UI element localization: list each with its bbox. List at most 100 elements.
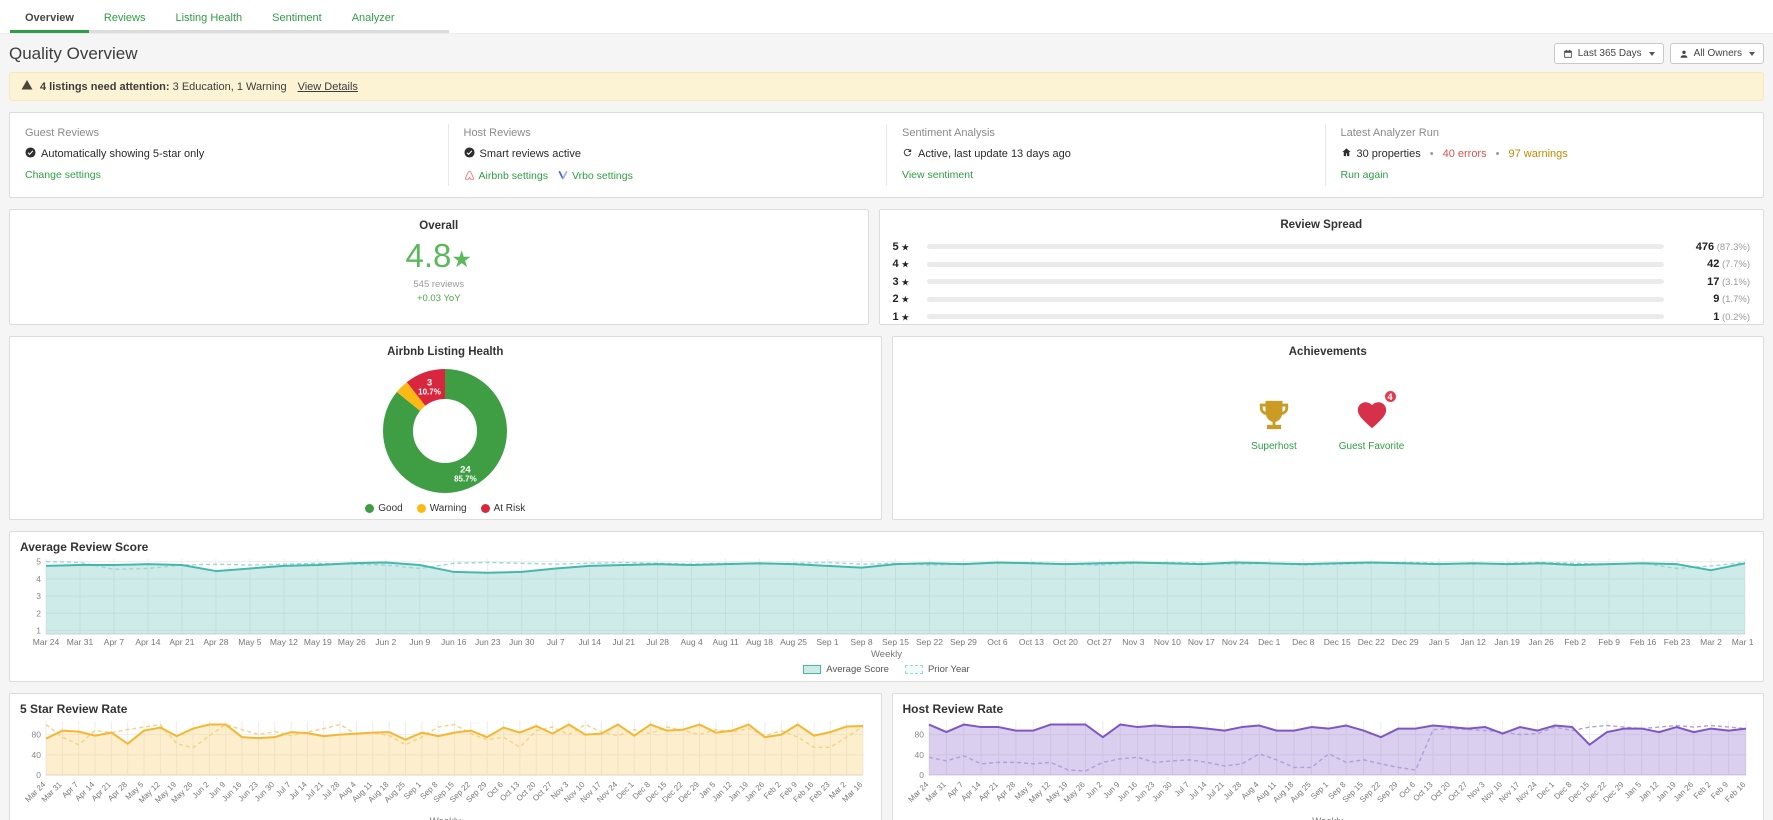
svg-text:Oct 6: Oct 6 bbox=[987, 637, 1008, 647]
spread-bar-track bbox=[926, 261, 1664, 267]
analyzer-status: 30 properties • 40 errors • 97 warnings bbox=[1341, 147, 1749, 161]
card-title: Latest Analyzer Run bbox=[1340, 127, 1439, 139]
guest-reviews-card: Guest Reviews Automatically showing 5-st… bbox=[10, 124, 448, 186]
svg-text:Oct 27: Oct 27 bbox=[531, 780, 554, 803]
change-settings-link[interactable]: Change settings bbox=[25, 169, 101, 181]
review-spread-rows: 5 ★ 476 (87.3%) 4 ★ 42 (7.7%) 3 ★ 17 (3.… bbox=[893, 238, 1751, 326]
tab-listing-health[interactable]: Listing Health bbox=[161, 7, 258, 33]
tab-list: Overview Reviews Listing Health Sentimen… bbox=[10, 7, 449, 33]
svg-text:May 12: May 12 bbox=[270, 637, 298, 647]
tab-analyzer[interactable]: Analyzer bbox=[337, 7, 410, 33]
tab-overview[interactable]: Overview bbox=[10, 7, 89, 33]
svg-text:Sep 15: Sep 15 bbox=[882, 637, 909, 647]
date-range-dropdown[interactable]: Last 365 Days bbox=[1553, 43, 1664, 64]
svg-text:Jul 14: Jul 14 bbox=[578, 637, 601, 647]
svg-text:10.7%: 10.7% bbox=[418, 388, 441, 397]
svg-text:Oct 27: Oct 27 bbox=[1446, 780, 1469, 803]
svg-text:Jul 21: Jul 21 bbox=[1204, 780, 1226, 802]
header-row: Quality Overview Last 365 Days All Owner… bbox=[9, 43, 1764, 64]
svg-text:Aug 18: Aug 18 bbox=[746, 637, 773, 647]
svg-text:Mar 31: Mar 31 bbox=[67, 637, 94, 647]
svg-text:Oct 20: Oct 20 bbox=[1053, 637, 1078, 647]
svg-text:2: 2 bbox=[36, 608, 41, 618]
view-details-link[interactable]: View Details bbox=[298, 81, 358, 93]
trophy-icon bbox=[1257, 398, 1291, 432]
star-label: 2 ★ bbox=[892, 293, 909, 306]
svg-text:Jan 5: Jan 5 bbox=[1429, 637, 1450, 647]
svg-text:Jul 28: Jul 28 bbox=[1221, 780, 1243, 802]
analyzer-errors: 40 errors bbox=[1442, 148, 1487, 160]
overall-score-panel: Overall 4.8★ 545 reviews +0.03 YoY bbox=[9, 209, 869, 325]
run-again-link[interactable]: Run again bbox=[1341, 169, 1389, 181]
airbnb-settings-label: Airbnb settings bbox=[478, 170, 548, 182]
card-title: Sentiment Analysis bbox=[902, 127, 995, 139]
achievement-guest-favorite: 4 Guest Favorite bbox=[1339, 389, 1404, 452]
svg-text:Jun 23: Jun 23 bbox=[475, 637, 501, 647]
legend-swatch-dashed bbox=[904, 665, 923, 674]
svg-text:Jun 30: Jun 30 bbox=[1150, 780, 1174, 804]
svg-text:1: 1 bbox=[36, 626, 41, 636]
owner-filter-label: All Owners bbox=[1693, 48, 1742, 59]
legend-label: Average Score bbox=[826, 664, 889, 675]
svg-text:Jul 28: Jul 28 bbox=[320, 780, 342, 802]
host-reviews-status: Smart reviews active bbox=[463, 147, 872, 161]
svg-text:40: 40 bbox=[914, 750, 924, 760]
spread-value: 9 (1.7%) bbox=[1713, 293, 1750, 306]
svg-text:Sep 8: Sep 8 bbox=[850, 637, 872, 647]
host-review-rate-chart: 0 40 80 Mar 24 Mar 31 Apr 7 Apr 14 Apr 21 Apr 28… bbox=[903, 716, 1754, 815]
bottom-charts-row: 5 Star Review Rate 0 40 80 Mar 24 Mar 31 Apr … bbox=[9, 693, 1764, 820]
view-sentiment-link[interactable]: View sentiment bbox=[902, 169, 973, 181]
chevron-down-icon bbox=[1648, 51, 1655, 56]
check-circle-icon bbox=[463, 147, 475, 161]
spread-value: 1 (0.2%) bbox=[1713, 310, 1750, 323]
svg-text:85.7%: 85.7% bbox=[454, 474, 477, 483]
svg-text:Aug 4: Aug 4 bbox=[681, 637, 703, 647]
svg-text:Feb 2: Feb 2 bbox=[762, 780, 783, 801]
airbnb-settings-link[interactable]: Airbnb settings bbox=[464, 169, 548, 183]
card-title: Guest Reviews bbox=[25, 127, 99, 139]
svg-text:Jan 26: Jan 26 bbox=[1671, 780, 1695, 804]
average-review-score-panel: Average Review Score 1 2 3 4 5 Mar 24 Mar 31 Ap… bbox=[9, 531, 1764, 682]
status-text: Active, last update 13 days ago bbox=[918, 148, 1071, 160]
svg-text:Jun 16: Jun 16 bbox=[441, 637, 467, 647]
yoy-change: +0.03 YoY bbox=[416, 293, 461, 304]
owner-filter-dropdown[interactable]: All Owners bbox=[1669, 43, 1764, 64]
svg-text:Sep 22: Sep 22 bbox=[916, 637, 943, 647]
health-row: Airbnb Listing Health 24 85.7% 3 10.7% Go… bbox=[9, 336, 1764, 520]
alert-text: 4 listings need attention: 3 Education, … bbox=[40, 81, 287, 93]
star-icon: ★ bbox=[901, 295, 909, 305]
listing-health-title: Airbnb Listing Health bbox=[387, 346, 504, 358]
svg-text:0: 0 bbox=[36, 770, 41, 780]
legend-item: Good bbox=[365, 503, 403, 514]
tab-sentiment[interactable]: Sentiment bbox=[257, 7, 337, 33]
x-axis-label: Weekly bbox=[20, 816, 871, 820]
svg-text:5: 5 bbox=[36, 557, 41, 567]
svg-text:Feb 16: Feb 16 bbox=[1723, 780, 1747, 804]
vrbo-settings-link[interactable]: Vrbo settings bbox=[558, 170, 633, 183]
spread-value: 42 (7.7%) bbox=[1707, 258, 1750, 271]
svg-text:Apr 28: Apr 28 bbox=[106, 780, 129, 803]
tab-reviews[interactable]: Reviews bbox=[89, 7, 161, 33]
svg-text:Feb 9: Feb 9 bbox=[1598, 637, 1620, 647]
svg-text:Sep 1: Sep 1 bbox=[1309, 780, 1331, 802]
svg-text:4: 4 bbox=[36, 574, 41, 584]
chart-title: Host Review Rate bbox=[902, 702, 1004, 716]
svg-text:May 19: May 19 bbox=[304, 637, 332, 647]
sentiment-analysis-card: Sentiment Analysis Active, last update 1… bbox=[886, 124, 1325, 186]
review-spread-panel: Review Spread 5 ★ 476 (87.3%) 4 ★ 42 (7.… bbox=[878, 209, 1764, 326]
x-axis-label: Weekly bbox=[903, 816, 1754, 820]
alert-emphasis: 4 listings need attention: bbox=[40, 80, 170, 93]
star-label: 4 ★ bbox=[892, 258, 909, 271]
analyzer-run-card: Latest Analyzer Run 30 properties • 40 e… bbox=[1324, 124, 1764, 186]
svg-text:Mar 31: Mar 31 bbox=[923, 780, 947, 804]
svg-text:Feb 2: Feb 2 bbox=[1691, 780, 1712, 801]
svg-text:Dec 29: Dec 29 bbox=[1392, 637, 1419, 647]
svg-text:Nov 10: Nov 10 bbox=[1154, 637, 1181, 647]
overall-title: Overall bbox=[419, 220, 459, 232]
svg-text:Aug 11: Aug 11 bbox=[712, 637, 739, 647]
analyzer-warnings: 97 warnings bbox=[1508, 148, 1568, 160]
star-icon: ★ bbox=[901, 277, 909, 287]
listing-health-donut: 24 85.7% 3 10.7% bbox=[10, 361, 881, 501]
calendar-icon bbox=[1563, 49, 1573, 59]
svg-text:May 5: May 5 bbox=[238, 637, 261, 647]
